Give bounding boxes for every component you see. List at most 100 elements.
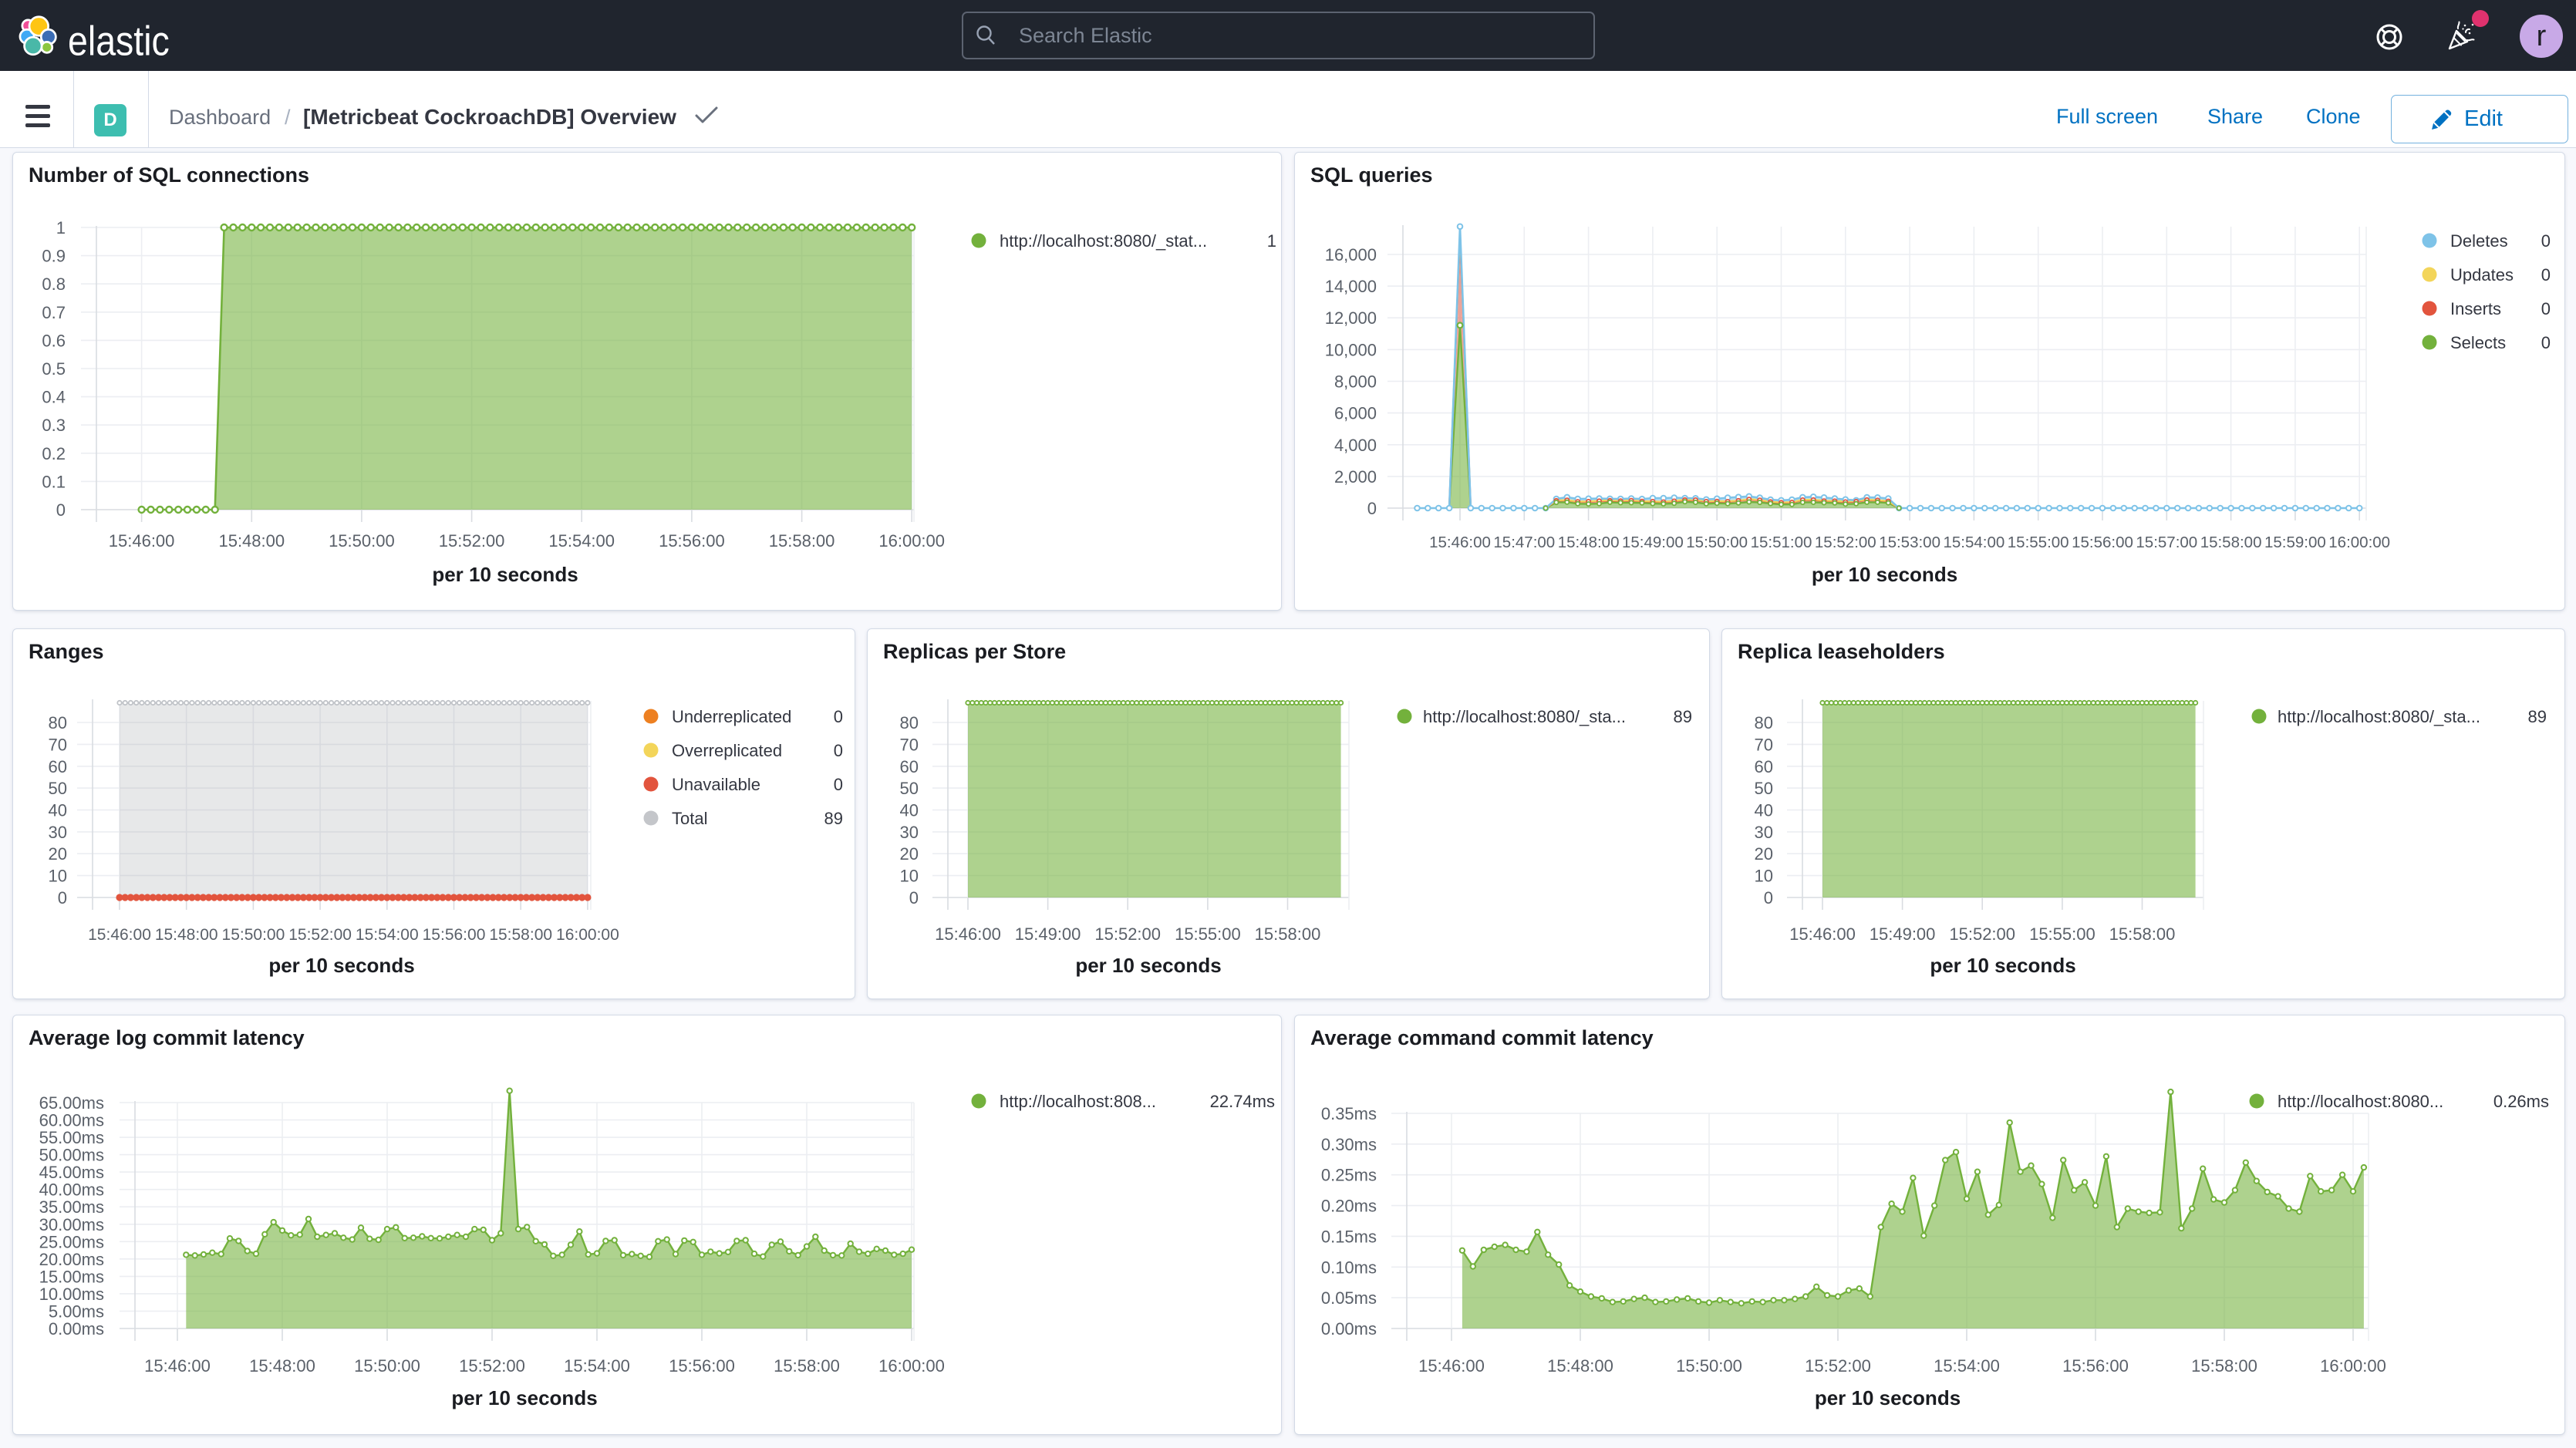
svg-text:15:58:00: 15:58:00: [2109, 924, 2176, 944]
svg-text:0.10ms: 0.10ms: [1321, 1258, 1377, 1277]
svg-text:15:56:00: 15:56:00: [2062, 1356, 2129, 1376]
svg-text:0: 0: [58, 888, 67, 908]
svg-text:15:47:00: 15:47:00: [1493, 534, 1555, 551]
svg-text:15:55:00: 15:55:00: [2029, 924, 2096, 944]
svg-text:15:46:00: 15:46:00: [144, 1356, 211, 1376]
svg-text:Inserts: Inserts: [2450, 299, 2501, 318]
svg-text:0.8: 0.8: [42, 274, 66, 294]
svg-text:40: 40: [1755, 801, 1773, 820]
svg-text:15:48:00: 15:48:00: [218, 531, 285, 551]
svg-text:15:46:00: 15:46:00: [1418, 1356, 1485, 1376]
svg-text:0.20ms: 0.20ms: [1321, 1197, 1377, 1216]
svg-text:0: 0: [1367, 499, 1377, 518]
svg-text:16:00:00: 16:00:00: [2320, 1356, 2386, 1376]
svg-text:15:50:00: 15:50:00: [354, 1356, 420, 1376]
svg-text:Underreplicated: Underreplicated: [672, 707, 791, 726]
svg-text:10,000: 10,000: [1325, 340, 1377, 359]
svg-text:0.7: 0.7: [42, 303, 66, 322]
svg-text:0: 0: [1764, 888, 1773, 908]
svg-text:0: 0: [2541, 265, 2551, 285]
svg-text:15:46:00: 15:46:00: [935, 924, 1001, 944]
svg-text:0: 0: [909, 888, 919, 908]
svg-text:15:52:00: 15:52:00: [288, 926, 352, 944]
svg-text:15:56:00: 15:56:00: [2072, 534, 2133, 551]
svg-text:4,000: 4,000: [1334, 436, 1377, 455]
svg-text:20.00ms: 20.00ms: [39, 1250, 104, 1269]
svg-text:15:52:00: 15:52:00: [1805, 1356, 1871, 1376]
svg-text:0: 0: [2541, 231, 2551, 251]
svg-text:http://localhost:8080/_stat...: http://localhost:8080/_stat...: [1000, 231, 1207, 251]
svg-text:0.05ms: 0.05ms: [1321, 1288, 1377, 1308]
svg-text:Total: Total: [672, 809, 707, 828]
svg-text:89: 89: [1674, 707, 1692, 726]
svg-text:per 10 seconds: per 10 seconds: [1075, 954, 1221, 977]
svg-text:0.26ms: 0.26ms: [2493, 1092, 2549, 1111]
svg-text:0: 0: [56, 500, 66, 520]
svg-text:0.25ms: 0.25ms: [1321, 1166, 1377, 1185]
svg-text:15:53:00: 15:53:00: [1879, 534, 1940, 551]
svg-text:15:49:00: 15:49:00: [1622, 534, 1684, 551]
svg-text:http://localhost:8080/_sta...: http://localhost:8080/_sta...: [2278, 707, 2480, 726]
svg-text:per 10 seconds: per 10 seconds: [451, 1386, 597, 1409]
svg-text:40: 40: [900, 801, 919, 820]
svg-text:0: 0: [2541, 299, 2551, 318]
svg-text:Updates: Updates: [2450, 265, 2514, 285]
svg-text:15:54:00: 15:54:00: [564, 1356, 630, 1376]
svg-text:15:50:00: 15:50:00: [329, 531, 395, 551]
svg-text:15:48:00: 15:48:00: [1558, 534, 1620, 551]
svg-text:0: 0: [834, 741, 843, 760]
svg-text:20: 20: [1755, 844, 1773, 864]
svg-text:30.00ms: 30.00ms: [39, 1215, 104, 1234]
svg-text:0.3: 0.3: [42, 416, 66, 435]
svg-text:50.00ms: 50.00ms: [39, 1146, 104, 1165]
svg-text:15:50:00: 15:50:00: [222, 926, 285, 944]
svg-text:80: 80: [1755, 713, 1773, 732]
svg-text:22.74ms: 22.74ms: [1210, 1092, 1275, 1111]
svg-text:15:52:00: 15:52:00: [459, 1356, 525, 1376]
svg-text:55.00ms: 55.00ms: [39, 1128, 104, 1147]
svg-text:30: 30: [900, 823, 919, 842]
svg-text:15:58:00: 15:58:00: [774, 1356, 840, 1376]
svg-text:15:58:00: 15:58:00: [2200, 534, 2262, 551]
svg-text:0.15ms: 0.15ms: [1321, 1227, 1377, 1246]
svg-text:Overreplicated: Overreplicated: [672, 741, 782, 760]
svg-text:15:49:00: 15:49:00: [1870, 924, 1936, 944]
svg-text:0.00ms: 0.00ms: [49, 1319, 104, 1339]
svg-text:http://localhost:8080/_sta...: http://localhost:8080/_sta...: [1423, 707, 1626, 726]
svg-text:http://localhost:8080...: http://localhost:8080...: [2278, 1092, 2443, 1111]
svg-text:0.00ms: 0.00ms: [1321, 1319, 1377, 1339]
svg-text:16,000: 16,000: [1325, 245, 1377, 264]
svg-text:15:50:00: 15:50:00: [1676, 1356, 1742, 1376]
svg-text:15:54:00: 15:54:00: [1934, 1356, 2000, 1376]
svg-text:15:48:00: 15:48:00: [1547, 1356, 1613, 1376]
svg-text:15:56:00: 15:56:00: [423, 926, 486, 944]
svg-text:50: 50: [900, 779, 919, 798]
svg-text:14,000: 14,000: [1325, 277, 1377, 296]
svg-text:50: 50: [1755, 779, 1773, 798]
svg-text:70: 70: [49, 735, 67, 754]
svg-text:15:58:00: 15:58:00: [769, 531, 835, 551]
svg-text:40: 40: [49, 801, 67, 820]
svg-text:15:46:00: 15:46:00: [1789, 924, 1856, 944]
svg-text:Unavailable: Unavailable: [672, 775, 760, 794]
svg-text:40.00ms: 40.00ms: [39, 1180, 104, 1200]
svg-text:5.00ms: 5.00ms: [49, 1302, 104, 1322]
svg-text:0.5: 0.5: [42, 359, 66, 379]
svg-text:15:55:00: 15:55:00: [2008, 534, 2069, 551]
svg-text:15:52:00: 15:52:00: [439, 531, 505, 551]
svg-text:35.00ms: 35.00ms: [39, 1197, 104, 1217]
svg-text:0.6: 0.6: [42, 331, 66, 350]
svg-text:15:48:00: 15:48:00: [249, 1356, 315, 1376]
svg-text:2,000: 2,000: [1334, 467, 1377, 487]
svg-text:per 10 seconds: per 10 seconds: [1812, 563, 1957, 586]
svg-text:Selects: Selects: [2450, 333, 2506, 352]
svg-text:15:46:00: 15:46:00: [88, 926, 151, 944]
svg-text:per 10 seconds: per 10 seconds: [268, 954, 414, 977]
svg-text:89: 89: [824, 809, 843, 828]
svg-text:15:48:00: 15:48:00: [155, 926, 218, 944]
svg-text:0.4: 0.4: [42, 388, 66, 407]
svg-text:15:46:00: 15:46:00: [109, 531, 175, 551]
svg-text:15:57:00: 15:57:00: [2136, 534, 2197, 551]
svg-text:16:00:00: 16:00:00: [556, 926, 619, 944]
svg-text:6,000: 6,000: [1334, 404, 1377, 423]
